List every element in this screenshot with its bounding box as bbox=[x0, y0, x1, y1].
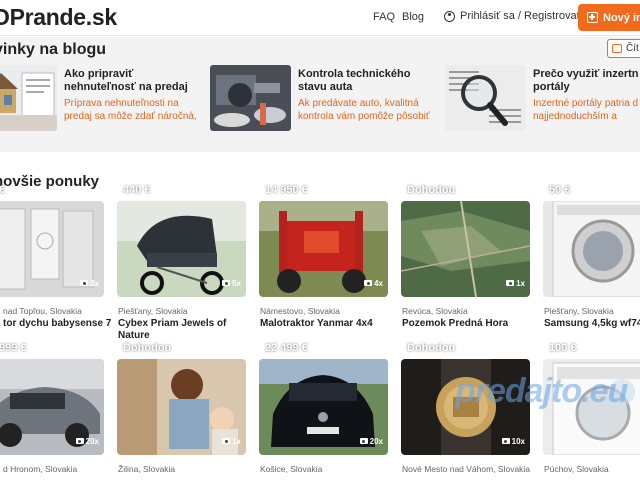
plus-icon bbox=[587, 12, 598, 23]
user-icon bbox=[444, 10, 455, 22]
login-label: Prihlásiť sa / Registrovať bbox=[460, 10, 581, 22]
listing-location: Piešťany, Slovakia bbox=[544, 306, 614, 316]
listing-location: Revúca, Slovakia bbox=[402, 306, 468, 316]
blog-post[interactable]: Ako pripraviť nehnuteľnosť na predaj Prí… bbox=[0, 65, 206, 131]
listing-location: nad Topľou, Slovakia bbox=[3, 306, 82, 316]
listing-price: 22 499 € bbox=[265, 342, 308, 354]
nav-blog-link[interactable]: Blog bbox=[402, 11, 424, 23]
listing-image bbox=[543, 201, 640, 297]
blog-post-desc: Príprava nehnuteľnosti na predaj sa môže… bbox=[64, 98, 197, 122]
blog-post[interactable]: Prečo využiť inzertn portály Inzertné po… bbox=[445, 65, 640, 131]
listing-price: Dohodou bbox=[407, 342, 456, 354]
camera-icon bbox=[80, 280, 89, 286]
listing-image bbox=[259, 359, 388, 455]
blog-post-title: Ako pripraviť nehnuteľnosť na predaj bbox=[64, 68, 188, 93]
login-link[interactable]: Prihlásiť sa / Registrovať bbox=[444, 10, 581, 22]
listing-location: Námestovo, Slovakia bbox=[260, 306, 340, 316]
listing-price: 100 € bbox=[549, 342, 577, 354]
site-logo[interactable]: OPrande.sk bbox=[0, 4, 117, 31]
listing-location: Košice, Slovakia bbox=[260, 464, 323, 474]
camera-icon bbox=[506, 280, 515, 286]
listing-title[interactable]: Cybex Priam Jewels of Nature bbox=[118, 318, 247, 342]
listing-price: 999 € bbox=[0, 342, 27, 354]
listing-title[interactable]: Malotraktor Yanmar 4x4 bbox=[260, 318, 389, 330]
blog-post-desc: Ak predávate auto, kvalitná kontrola vám… bbox=[298, 98, 430, 122]
camera-icon bbox=[222, 438, 231, 444]
blog-title: vinky na blogu bbox=[0, 41, 107, 58]
listing-location: Žilina, Slovakia bbox=[118, 464, 176, 474]
nav-faq-link[interactable]: FAQ bbox=[373, 11, 395, 23]
listing-title[interactable]: Pozemok Predná Hora bbox=[402, 318, 531, 330]
listing-title[interactable]: tor dychu babysense 7 bbox=[3, 318, 132, 330]
blog-post[interactable]: Kontrola technického stavu auta Ak predá… bbox=[210, 65, 435, 131]
listing-location: Púchov, Slovakia bbox=[544, 464, 609, 474]
listing-location: Piešťany, Slovakia bbox=[118, 306, 188, 316]
blog-post-desc: Inzertné portály patria d najjednoduchší… bbox=[533, 98, 639, 122]
camera-icon bbox=[501, 438, 510, 444]
listing-image bbox=[0, 201, 104, 297]
listing-price: € bbox=[0, 184, 6, 196]
blog-post-title: Prečo využiť inzertn portály bbox=[533, 68, 639, 93]
blog-post-image bbox=[210, 65, 291, 131]
camera-icon bbox=[222, 280, 231, 286]
listing-title[interactable]: Samsung 4,5kg wf745 bbox=[544, 318, 640, 330]
blog-section: vinky na blogu Čít Ako pripraviť nehnute… bbox=[0, 37, 640, 152]
blog-post-title: Kontrola technického stavu auta bbox=[298, 68, 411, 93]
offers-title: novšie ponuky bbox=[0, 173, 100, 190]
read-blog-label: Čít bbox=[626, 43, 639, 54]
camera-icon bbox=[364, 280, 373, 286]
site-header: OPrande.sk FAQ Blog Prihlásiť sa / Regis… bbox=[0, 0, 640, 36]
listing-price: 440 € bbox=[123, 184, 151, 196]
watermark-logo: predajto.eu bbox=[455, 372, 628, 410]
listing-price: Dohodou bbox=[407, 184, 456, 196]
camera-icon bbox=[359, 438, 368, 444]
listing-location: Nové Mesto nad Váhom, Slovakia bbox=[402, 464, 531, 474]
listing-price: 14 950 € bbox=[265, 184, 308, 196]
listing-price: 50 € bbox=[549, 184, 571, 196]
new-listing-button[interactable]: Nový in bbox=[578, 4, 640, 31]
read-blog-button[interactable]: Čít bbox=[607, 39, 640, 58]
blog-post-image bbox=[445, 65, 526, 131]
new-listing-label: Nový in bbox=[603, 11, 640, 24]
chat-icon bbox=[612, 44, 622, 53]
blog-post-image bbox=[0, 65, 57, 131]
listing-location: d Hronom, Slovakia bbox=[3, 464, 78, 474]
camera-icon bbox=[75, 438, 84, 444]
listing-price: Dohodou bbox=[123, 342, 172, 354]
